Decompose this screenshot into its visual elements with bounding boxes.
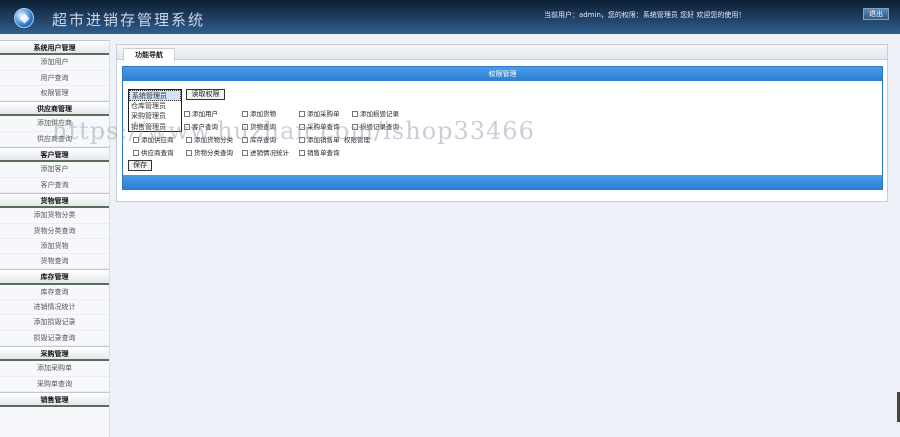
checkbox-icon [133,137,139,143]
checkbox-icon [299,124,305,130]
sidebar-nav: 系统用户管理 添加用户 用户查询 权限管理 供应商管理 添加供应商 供应商查询 … [0,40,110,437]
panel-footer-bar [123,175,882,189]
role-option[interactable]: 仓库管理员 [129,101,181,112]
permission-checkbox[interactable]: 损毁记录查询 [352,121,399,131]
sidebar-group-purchase[interactable]: 采购管理 [0,345,109,362]
sidebar-group-inventory[interactable]: 库存管理 [0,269,109,285]
sidebar-group-system-users[interactable]: 系统用户管理 [0,40,109,56]
sidebar-item-add-goods-category[interactable]: 添加货物分类 [0,208,109,224]
sidebar-item-add-customer[interactable]: 添加客户 [0,162,109,178]
tab-function-nav[interactable]: 功能导航 [123,48,175,61]
permission-checkbox[interactable]: 权限管理 [344,134,370,144]
permission-checkbox[interactable]: 进销情况统计 [242,147,289,157]
panel-title: 权限管理 [123,67,882,81]
checkbox-icon [242,124,248,130]
permission-checkbox[interactable]: 添加供应商 [133,134,174,144]
sidebar-item-add-goods[interactable]: 添加货物 [0,239,109,255]
read-permission-button[interactable]: 读取权限 [186,89,225,100]
permission-checkbox[interactable]: 货物分类查询 [186,147,233,157]
permission-checkbox[interactable]: 采购单查询 [299,121,340,131]
role-option[interactable]: 系统管理员 [129,90,181,101]
permission-panel: 权限管理 系统管理员 仓库管理员 采购管理员 销售管理员 读取权限 添加用户 添… [122,66,883,190]
checkbox-icon [186,137,192,143]
checkbox-icon [186,150,192,156]
user-info-text: 当前用户：admin，您的权限：系统管理员 您好 欢迎您的使用！ [544,11,746,19]
role-option[interactable]: 采购管理员 [129,111,181,122]
permission-checkbox[interactable]: 库存查询 [242,134,276,144]
sidebar-item-purchase-order-query[interactable]: 采购单查询 [0,377,109,392]
checkbox-icon [299,137,305,143]
main-content: 功能导航 权限管理 系统管理员 仓库管理员 采购管理员 销售管理员 读取权限 添… [116,44,888,202]
sidebar-item-goods-query[interactable]: 货物查询 [0,254,109,270]
checkbox-icon [184,111,190,117]
sidebar-item-permission-manage[interactable]: 权限管理 [0,86,109,102]
permission-checkbox[interactable]: 客户查询 [184,121,218,131]
sidebar-group-goods[interactable]: 货物管理 [0,192,109,209]
save-button[interactable]: 保存 [128,160,152,171]
sidebar-item-add-supplier[interactable]: 添加供应商 [0,116,109,132]
checkbox-icon [352,111,358,117]
tab-strip: 功能导航 [117,45,887,61]
permission-checkbox[interactable]: 添加货物 [242,108,276,118]
sidebar-item-inventory-query[interactable]: 库存查询 [0,285,109,301]
sidebar-item-add-damage-record[interactable]: 添加损毁记录 [0,315,109,331]
sidebar-item-add-user[interactable]: 添加用户 [0,55,109,71]
permission-checkbox[interactable]: 添加货物分类 [186,134,233,144]
sidebar-item-add-purchase-order[interactable]: 添加采购单 [0,361,109,377]
role-option[interactable]: 销售管理员 [129,122,181,133]
sidebar-group-sales[interactable]: 销售管理 [0,391,109,408]
permission-checkbox[interactable]: 添加采购单 [299,108,340,118]
checkbox-icon [352,124,358,130]
permission-checkbox[interactable]: 添加销售单 [299,134,340,144]
app-logo-icon [14,8,34,28]
checkbox-icon [299,111,305,117]
checkbox-icon [133,150,139,156]
permission-checkbox[interactable]: 添加用户 [184,108,218,118]
permission-checkbox[interactable]: 销售单查询 [299,147,340,157]
sidebar-group-suppliers[interactable]: 供应商管理 [0,101,109,117]
checkbox-icon [242,137,248,143]
sidebar-item-sales-stats[interactable]: 进销情况统计 [0,300,109,316]
permission-checkbox[interactable]: 供应商查询 [133,147,174,157]
sidebar-item-goods-category-query[interactable]: 货物分类查询 [0,224,109,239]
checkbox-icon [299,150,305,156]
permission-checkbox[interactable]: 货物查询 [242,121,276,131]
role-listbox[interactable]: 系统管理员 仓库管理员 采购管理员 销售管理员 [128,89,182,132]
checkbox-icon [184,124,190,130]
sidebar-item-supplier-query[interactable]: 供应商查询 [0,132,109,148]
sidebar-item-damage-record-query[interactable]: 损毁记录查询 [0,331,109,346]
sidebar-item-customer-query[interactable]: 客户查询 [0,178,109,193]
sidebar-group-customers[interactable]: 客户管理 [0,147,109,163]
sidebar-item-user-query[interactable]: 用户查询 [0,71,109,86]
app-header: 超市进销存管理系统 当前用户：admin，您的权限：系统管理员 您好 欢迎您的使… [0,0,900,34]
checkbox-icon [242,150,248,156]
checkbox-icon [242,111,248,117]
permission-checkbox[interactable]: 添加损毁记录 [352,108,399,118]
logout-button[interactable]: 退出 [863,8,889,20]
app-title: 超市进销存管理系统 [52,11,206,29]
